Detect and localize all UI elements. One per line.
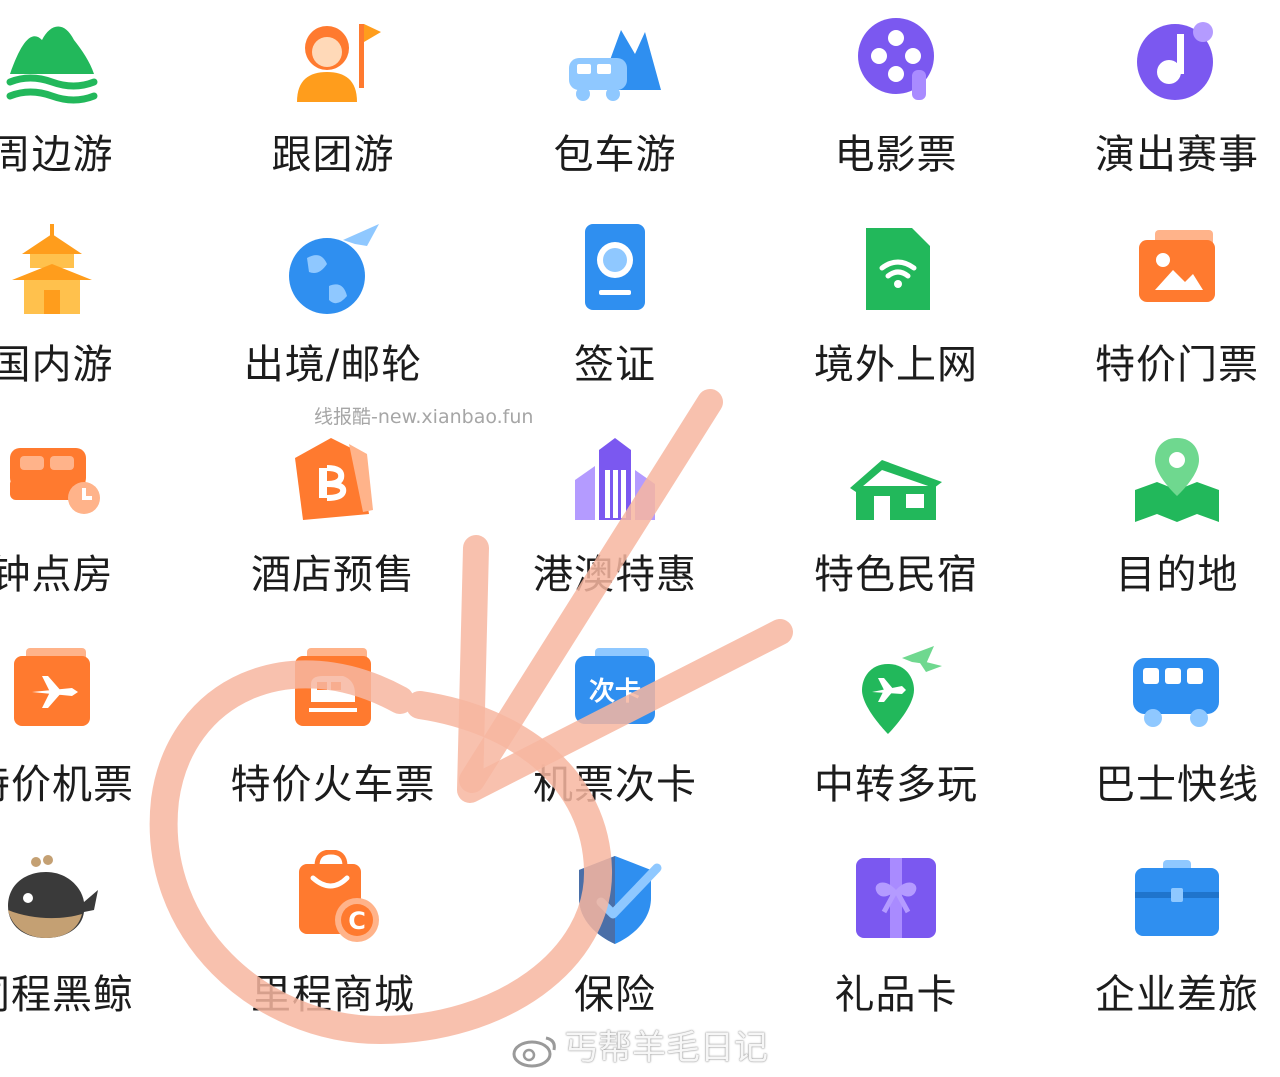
tile-label: 钟点房 xyxy=(0,552,114,598)
film-reel-icon xyxy=(846,10,946,110)
svg-text:C: C xyxy=(348,907,366,935)
tile-label: 特价门票 xyxy=(1095,342,1259,388)
tile-label: 里程商城 xyxy=(251,972,415,1018)
tile-yanchusaishi[interactable]: 演出赛事 xyxy=(1047,0,1280,205)
globe-plane-icon xyxy=(283,220,383,320)
transfer-pin-icon xyxy=(846,640,946,740)
ticket-picture-icon xyxy=(1127,220,1227,320)
tile-dianyingpiao[interactable]: 电影票 xyxy=(766,0,1026,205)
whale-icon xyxy=(2,850,102,950)
gift-card-icon xyxy=(846,850,946,950)
shopping-bag-icon: C xyxy=(283,850,383,950)
tile-tejiajipiao[interactable]: 特价机票 xyxy=(0,630,182,835)
pass-card-icon: 次卡 xyxy=(565,640,665,740)
tile-label: 礼品卡 xyxy=(834,972,958,1018)
weibo-logo-icon xyxy=(512,1032,558,1068)
tile-tesesminsu[interactable]: 特色民宿 xyxy=(766,420,1026,625)
tile-label: 巴士快线 xyxy=(1095,762,1259,808)
tile-qianzheng[interactable]: 签证 xyxy=(485,210,745,415)
tile-jingwaishangwang[interactable]: 境外上网 xyxy=(766,210,1026,415)
pagoda-icon xyxy=(2,220,102,320)
guide-flag-icon xyxy=(283,10,383,110)
tile-zhongzhuanduowan[interactable]: 中转多玩 xyxy=(766,630,1026,835)
car-mountain-icon xyxy=(565,10,665,110)
tile-jiudianyushou[interactable]: 酒店预售 xyxy=(203,420,463,625)
tile-label: 机票次卡 xyxy=(533,762,697,808)
weibo-watermark: 丐帮羊毛日记 xyxy=(512,1020,768,1069)
tile-label: 签证 xyxy=(574,342,656,388)
tile-label: 演出赛事 xyxy=(1095,132,1259,178)
tile-gangaotehui[interactable]: 港澳特惠 xyxy=(485,420,745,625)
sim-wifi-icon xyxy=(846,220,946,320)
tile-lipinka[interactable]: 礼品卡 xyxy=(766,840,1026,1045)
tile-label: 中转多玩 xyxy=(814,762,978,808)
tile-tejiamenpiao[interactable]: 特价门票 xyxy=(1047,210,1280,415)
bus-icon xyxy=(1127,640,1227,740)
bed-clock-icon xyxy=(2,430,102,530)
tile-label: 电影票 xyxy=(834,132,958,178)
tile-label: 港澳特惠 xyxy=(533,552,697,598)
music-note-icon xyxy=(1127,10,1227,110)
tile-baocheyou[interactable]: 包车游 xyxy=(485,0,745,205)
tile-label: 目的地 xyxy=(1115,552,1239,598)
tile-label: 国内游 xyxy=(0,342,114,388)
tile-label: 企业差旅 xyxy=(1095,972,1259,1018)
city-building-icon xyxy=(565,430,665,530)
mountain-water-icon xyxy=(2,10,102,110)
shield-check-icon xyxy=(565,850,665,950)
tile-label: 保险 xyxy=(574,972,656,1018)
map-pin-icon xyxy=(1127,430,1227,530)
tile-gentuanyou[interactable]: 跟团游 xyxy=(203,0,463,205)
tile-label: 特价火车票 xyxy=(230,762,436,808)
train-ticket-icon xyxy=(283,640,383,740)
svg-text:次卡: 次卡 xyxy=(589,677,641,707)
passport-icon xyxy=(565,220,665,320)
service-grid: 周边游 跟团游 包车游 电影票 演出赛事 国内游 出境/邮轮 签证 境外上网 特… xyxy=(0,0,1280,1070)
tile-mudidi[interactable]: 目的地 xyxy=(1047,420,1280,625)
tile-jipiaocika[interactable]: 次卡 机票次卡 xyxy=(485,630,745,835)
tile-qiyechailv[interactable]: 企业差旅 xyxy=(1047,840,1280,1045)
tile-tongchengheijing[interactable]: 同程黑鲸 xyxy=(0,840,182,1045)
tile-label: 境外上网 xyxy=(814,342,978,388)
site-watermark: 线报酷-new.xianbao.fun xyxy=(314,406,534,428)
tile-label: 跟团游 xyxy=(271,132,395,178)
b-tag-icon xyxy=(283,430,383,530)
tile-label: 特色民宿 xyxy=(814,552,978,598)
tile-label: 酒店预售 xyxy=(251,552,415,598)
house-icon xyxy=(846,430,946,530)
weibo-account-name: 丐帮羊毛日记 xyxy=(564,1028,768,1068)
tile-chujing[interactable]: 出境/邮轮 xyxy=(203,210,463,415)
tile-baoxian[interactable]: 保险 xyxy=(485,840,745,1045)
tile-label: 出境/邮轮 xyxy=(243,342,423,388)
tile-guoneiyou[interactable]: 国内游 xyxy=(0,210,182,415)
tile-lichengshangcheng[interactable]: C 里程商城 xyxy=(203,840,463,1045)
tile-zhoubianyou[interactable]: 周边游 xyxy=(0,0,182,205)
tile-bashikuaixian[interactable]: 巴士快线 xyxy=(1047,630,1280,835)
tile-zhongdianfang[interactable]: 钟点房 xyxy=(0,420,182,625)
tile-tejiahuochepiao[interactable]: 特价火车票 xyxy=(203,630,463,835)
tile-label: 特价机票 xyxy=(0,762,134,808)
briefcase-icon xyxy=(1127,850,1227,950)
tile-label: 周边游 xyxy=(0,132,114,178)
plane-ticket-icon xyxy=(2,640,102,740)
tile-label: 包车游 xyxy=(553,132,677,178)
tile-label: 同程黑鲸 xyxy=(0,972,134,1018)
